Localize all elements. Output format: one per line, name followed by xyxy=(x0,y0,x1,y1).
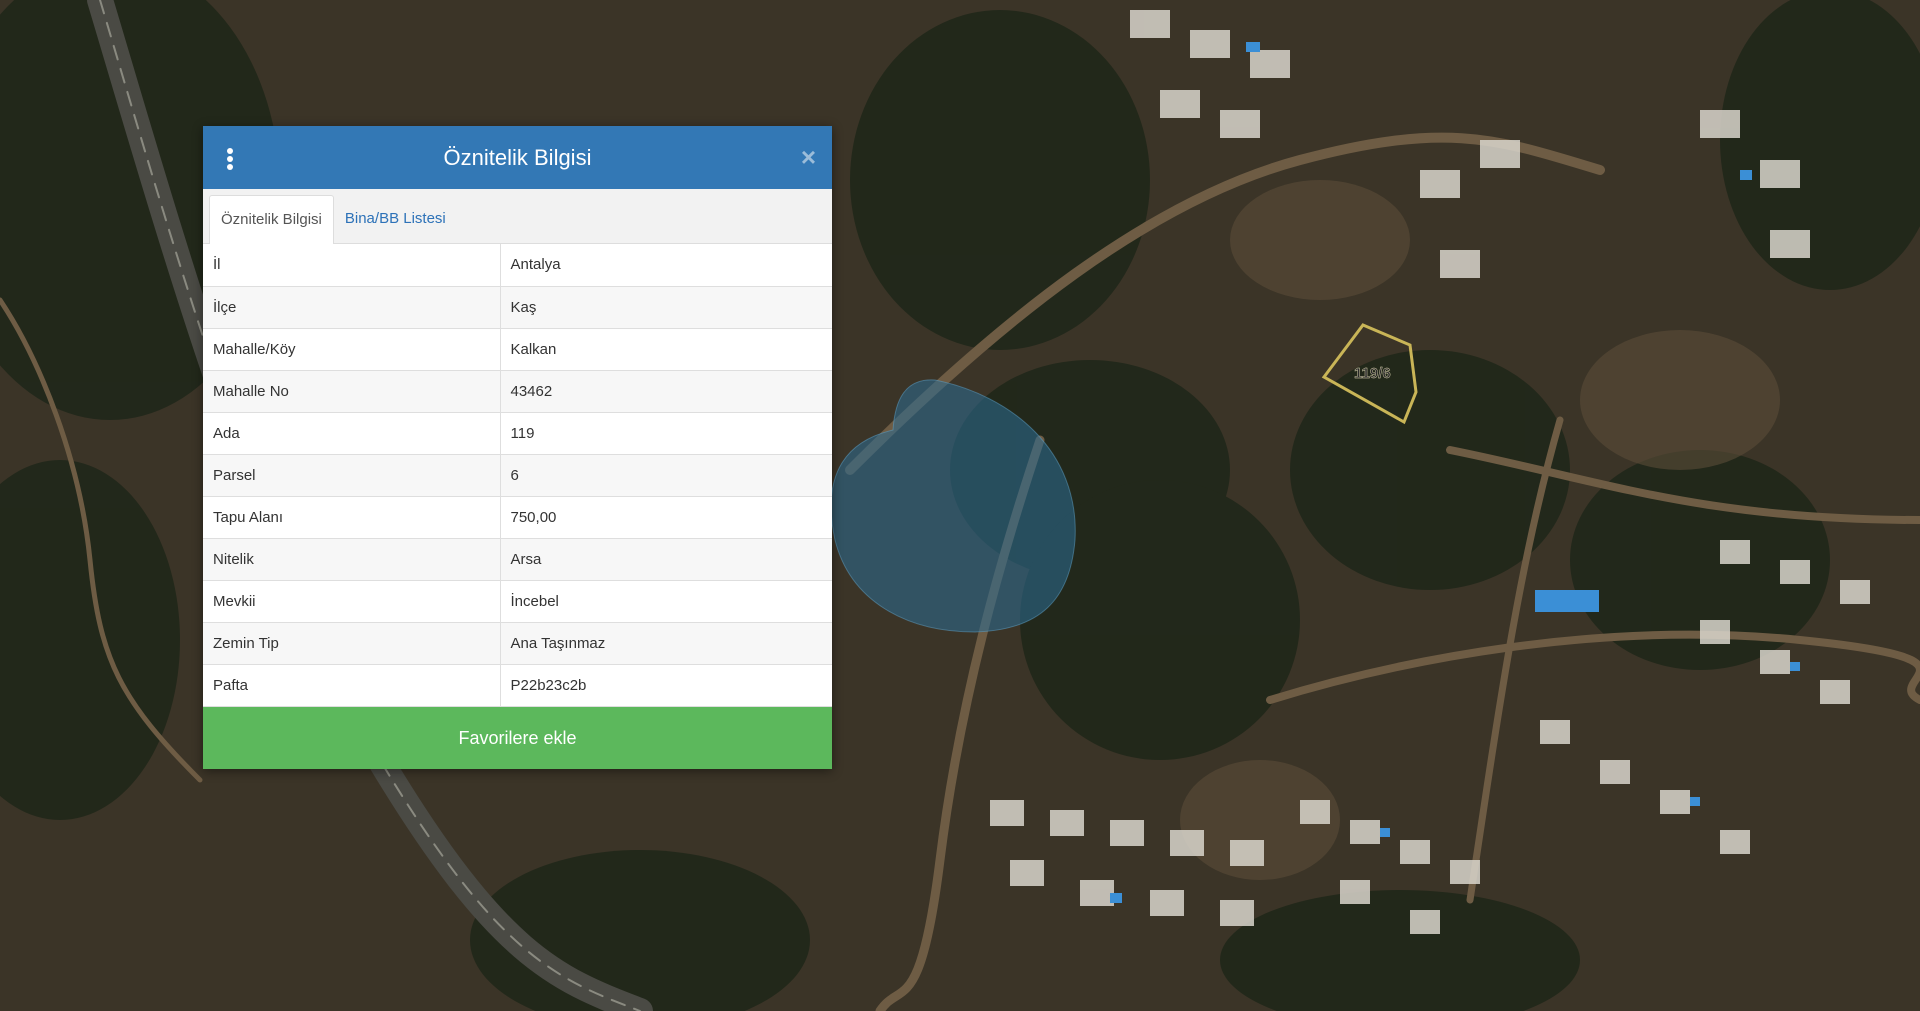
attribute-value: Kaş xyxy=(500,286,832,329)
table-row: Pafta P22b23c2b xyxy=(203,664,832,707)
attribute-value: Kalkan xyxy=(500,328,832,371)
attribute-key: Pafta xyxy=(203,664,501,707)
tab-attribute-info[interactable]: Öznitelik Bilgisi xyxy=(209,195,334,244)
table-row: Mevkii İncebel xyxy=(203,580,832,623)
attribute-value: 119 xyxy=(500,412,832,455)
panel-title: Öznitelik Bilgisi xyxy=(443,145,592,170)
attribute-value: Ana Taşınmaz xyxy=(500,622,832,665)
attribute-key: Parsel xyxy=(203,454,501,497)
table-row: Mahalle No 43462 xyxy=(203,370,832,413)
attribute-key: Mevkii xyxy=(203,580,501,623)
attribute-value: P22b23c2b xyxy=(500,664,832,707)
attribute-info-panel: Öznitelik Bilgisi × Öznitelik Bilgisi Bi… xyxy=(203,126,832,769)
panel-header: Öznitelik Bilgisi × xyxy=(203,126,832,189)
attribute-key: Ada xyxy=(203,412,501,455)
attribute-value: 6 xyxy=(500,454,832,497)
attribute-key: Mahalle No xyxy=(203,370,501,413)
attribute-key: İlçe xyxy=(203,286,501,329)
attribute-key: Mahalle/Köy xyxy=(203,328,501,371)
attribute-value: 43462 xyxy=(500,370,832,413)
table-row: Nitelik Arsa xyxy=(203,538,832,581)
table-row: İlçe Kaş xyxy=(203,286,832,329)
attribute-table: İl Antalya İlçe Kaş Mahalle/Köy Kalkan Mahalle… xyxy=(203,244,832,707)
table-row: Tapu Alanı 750,00 xyxy=(203,496,832,539)
attribute-value: Antalya xyxy=(500,244,832,287)
attribute-key: Zemin Tip xyxy=(203,622,501,665)
table-row: Ada 119 xyxy=(203,412,832,455)
attribute-value: İncebel xyxy=(500,580,832,623)
table-row: Parsel 6 xyxy=(203,454,832,497)
panel-tabs: Öznitelik Bilgisi Bina/BB Listesi xyxy=(203,189,832,244)
add-to-favorites-button[interactable]: Favorilere ekle xyxy=(203,706,832,769)
attribute-value: Arsa xyxy=(500,538,832,581)
attribute-key: İl xyxy=(203,244,501,287)
close-icon[interactable]: × xyxy=(801,142,816,172)
tab-building-list[interactable]: Bina/BB Listesi xyxy=(334,195,457,243)
attribute-value: 750,00 xyxy=(500,496,832,539)
attribute-key: Nitelik xyxy=(203,538,501,581)
table-row: Mahalle/Köy Kalkan xyxy=(203,328,832,371)
table-row: İl Antalya xyxy=(203,244,832,287)
table-row: Zemin Tip Ana Taşınmaz xyxy=(203,622,832,665)
attribute-key: Tapu Alanı xyxy=(203,496,501,539)
parcel-label: 119/6 xyxy=(1354,365,1391,382)
